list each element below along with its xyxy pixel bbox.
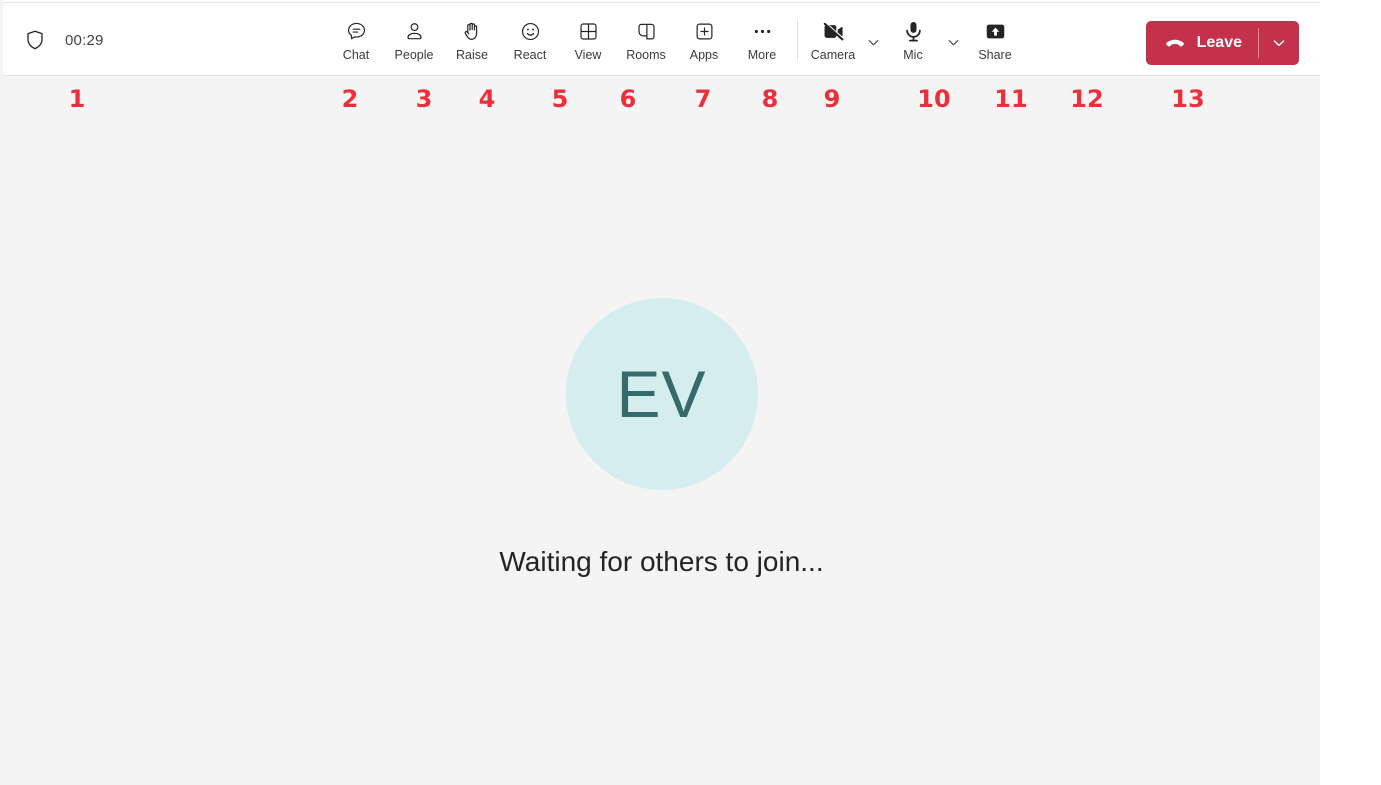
annotation-number: 12 <box>1070 85 1104 113</box>
annotation-number: 10 <box>917 85 951 113</box>
annotation-number: 1 <box>68 85 86 113</box>
raise-label: Raise <box>456 47 488 62</box>
hang-up-phone-icon <box>1164 32 1186 54</box>
annotation-number: 8 <box>761 85 779 113</box>
annotation-number: 13 <box>1171 85 1205 113</box>
people-label: People <box>394 47 434 62</box>
raise-hand-button[interactable]: Raise <box>443 10 501 70</box>
meeting-timer: 00:29 <box>65 31 104 49</box>
view-button[interactable]: View <box>559 10 617 70</box>
meeting-header-left: 00:29 <box>23 3 104 77</box>
share-button[interactable]: Share <box>964 10 1026 70</box>
apps-label: Apps <box>689 47 719 62</box>
react-label: React <box>513 47 547 62</box>
apps-plus-icon <box>693 19 716 45</box>
view-grid-icon <box>577 19 600 45</box>
view-label: View <box>574 47 602 62</box>
teams-meeting-window: 00:29 Chat People Raise React View Rooms… <box>0 0 1381 785</box>
annotation-number: 6 <box>619 85 637 113</box>
annotation-number: 5 <box>551 85 569 113</box>
leave-label: Leave <box>1196 34 1242 51</box>
rooms-label: Rooms <box>626 47 666 62</box>
leave-button[interactable]: Leave <box>1146 21 1258 65</box>
meeting-stage: EV Waiting for others to join... <box>3 76 1320 785</box>
people-button[interactable]: People <box>385 10 443 70</box>
breakout-rooms-icon <box>635 19 658 45</box>
more-label: More <box>747 47 777 62</box>
people-icon <box>403 19 426 45</box>
react-button[interactable]: React <box>501 10 559 70</box>
annotation-number: 3 <box>415 85 433 113</box>
camera-label: Camera <box>810 47 856 62</box>
share-screen-icon <box>983 19 1008 45</box>
leave-options-chevron-down-icon[interactable] <box>1259 21 1299 65</box>
waiting-status-text: Waiting for others to join... <box>499 545 824 577</box>
annotation-number: 4 <box>478 85 496 113</box>
chat-label: Chat <box>342 47 370 62</box>
mic-control-group: Mic <box>884 10 964 70</box>
more-button[interactable]: More <box>733 10 791 70</box>
annotation-number: 9 <box>823 85 841 113</box>
shield-icon[interactable] <box>23 28 47 52</box>
apps-button[interactable]: Apps <box>675 10 733 70</box>
mic-toggle-button[interactable]: Mic <box>884 10 942 70</box>
annotation-number: 11 <box>994 85 1028 113</box>
annotation-number: 2 <box>341 85 359 113</box>
mic-label: Mic <box>903 47 923 62</box>
meeting-stage-area: EV Waiting for others to join... 1234567… <box>3 76 1320 785</box>
camera-options-chevron-down-icon[interactable] <box>862 19 884 65</box>
mic-options-chevron-down-icon[interactable] <box>942 19 964 65</box>
meeting-controls-toolbar: Chat People Raise React View Rooms Apps … <box>327 3 1026 77</box>
more-ellipsis-icon <box>751 19 774 45</box>
share-label: Share <box>978 47 1012 62</box>
toolbar-divider <box>797 19 798 61</box>
chat-button[interactable]: Chat <box>327 10 385 70</box>
meeting-toolbar-bar: 00:29 Chat People Raise React View Rooms… <box>3 2 1320 76</box>
camera-control-group: Camera <box>804 10 884 70</box>
raise-hand-icon <box>461 19 484 45</box>
camera-toggle-button[interactable]: Camera <box>804 10 862 70</box>
chat-icon <box>345 19 368 45</box>
rooms-button[interactable]: Rooms <box>617 10 675 70</box>
camera-off-icon <box>821 19 846 45</box>
leave-button-group: Leave <box>1145 21 1299 65</box>
react-smiley-icon <box>519 19 542 45</box>
avatar: EV <box>565 297 758 490</box>
microphone-icon <box>901 19 926 45</box>
annotation-number: 7 <box>694 85 712 113</box>
avatar-initials: EV <box>616 356 707 431</box>
